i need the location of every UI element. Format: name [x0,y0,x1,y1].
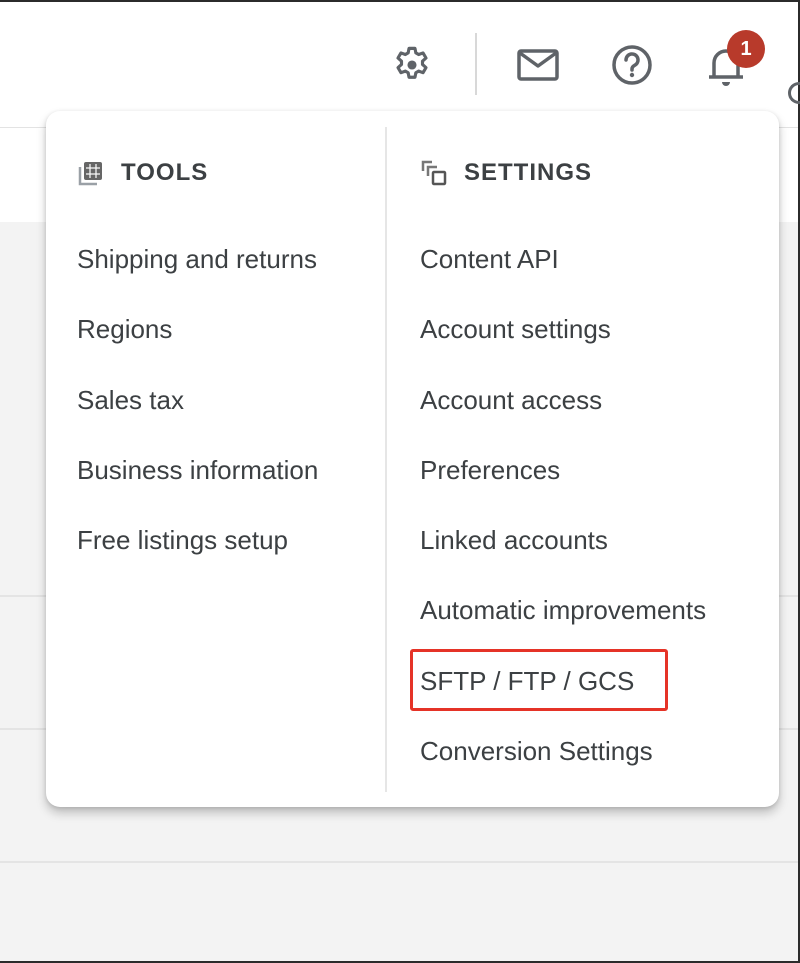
mail-icon [516,47,560,83]
menu-item-content-api[interactable]: Content API [420,239,559,279]
menu-item-automatic-improvements[interactable]: Automatic improvements [420,590,706,630]
settings-stack-icon [420,159,448,187]
tools-header: TOOLS [77,159,208,187]
highlight-annotation [410,649,668,711]
help-button[interactable] [608,40,656,90]
menu-item-sales-tax[interactable]: Sales tax [77,380,184,420]
notification-count-badge: 1 [727,30,765,68]
settings-gear-icon [391,44,433,86]
menu-item-shipping-and-returns[interactable]: Shipping and returns [77,239,317,279]
menu-item-business-information[interactable]: Business information [77,450,318,490]
menu-item-conversion-settings[interactable]: Conversion Settings [420,731,653,771]
tools-title: TOOLS [121,159,209,186]
row-divider [0,861,798,863]
tools-grid-icon [77,159,105,187]
menu-item-preferences[interactable]: Preferences [420,450,560,490]
menu-item-account-settings[interactable]: Account settings [420,309,611,349]
menu-item-regions[interactable]: Regions [77,309,172,349]
settings-title: SETTINGS [464,159,593,186]
menu-item-free-listings-setup[interactable]: Free listings setup [77,520,288,560]
settings-button[interactable] [388,40,436,90]
help-icon [610,43,654,87]
header-divider [475,33,477,95]
tools-settings-menu: TOOLS Shipping and returns Regions Sales… [46,111,779,807]
menu-item-account-access[interactable]: Account access [420,380,602,420]
menu-item-linked-accounts[interactable]: Linked accounts [420,520,608,560]
mail-button[interactable] [514,40,562,90]
settings-header: SETTINGS [420,159,592,187]
menu-column-divider [385,127,387,792]
